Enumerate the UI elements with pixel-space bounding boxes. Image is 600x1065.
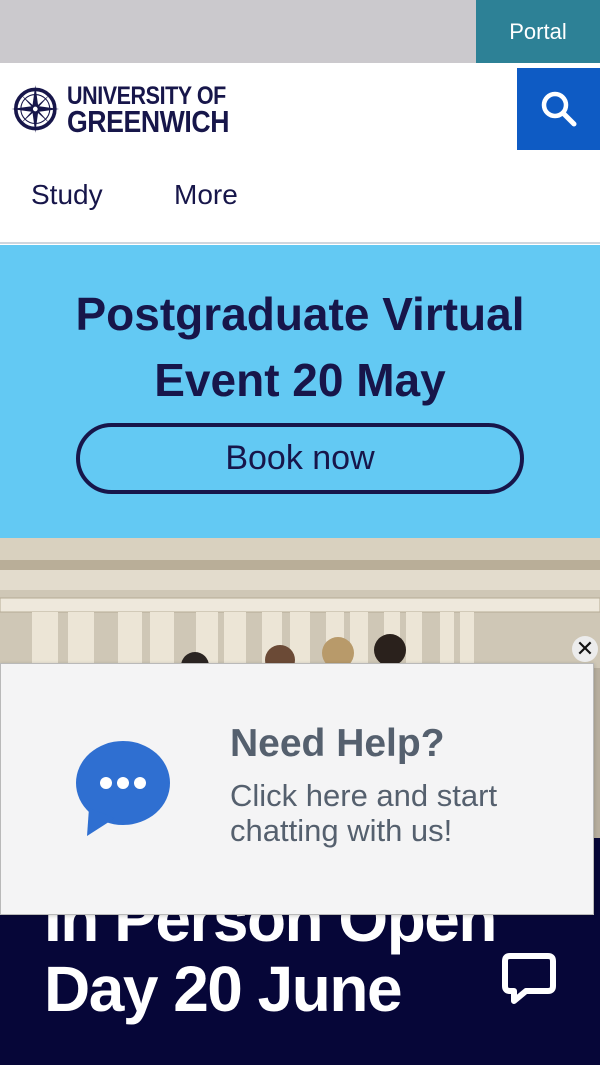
compass-rose-icon xyxy=(11,85,60,133)
logo-line-2: GREENWICH xyxy=(66,104,229,139)
chat-message: Click here and start chatting with us! xyxy=(230,778,550,848)
promo-title-line-2: Event 20 May xyxy=(154,354,446,406)
chat-bubble-icon xyxy=(76,741,170,836)
portal-button[interactable]: Portal xyxy=(476,0,600,63)
nav-item-study[interactable]: Study xyxy=(31,179,103,211)
close-icon[interactable]: ✕ xyxy=(572,636,598,662)
chat-popup[interactable]: Need Help? Click here and start chatting… xyxy=(0,663,594,915)
search-icon xyxy=(541,91,576,127)
site-header: UNIVERSITY OF GREENWICH xyxy=(0,63,600,151)
open-day-title-line-2: Day 20 June xyxy=(44,953,403,1025)
promo-title-line-1: Postgraduate Virtual xyxy=(75,288,525,340)
promo-title: Postgraduate Virtual Event 20 May xyxy=(0,281,600,413)
promo-banner: Postgraduate Virtual Event 20 May Book n… xyxy=(0,245,600,538)
chat-launcher-icon[interactable] xyxy=(500,950,558,1008)
search-button[interactable] xyxy=(517,68,600,150)
logo-wordmark: UNIVERSITY OF GREENWICH xyxy=(66,83,255,139)
utility-bar: Portal xyxy=(0,0,600,63)
chat-message-line-2: chatting with us! xyxy=(230,813,453,848)
nav-item-more[interactable]: More xyxy=(174,179,238,211)
chat-message-line-1: Click here and start xyxy=(230,778,498,813)
chat-heading: Need Help? xyxy=(230,722,445,765)
university-logo[interactable]: UNIVERSITY OF GREENWICH xyxy=(10,74,255,144)
book-now-button[interactable]: Book now xyxy=(76,423,524,494)
main-nav: Study More xyxy=(0,151,600,244)
